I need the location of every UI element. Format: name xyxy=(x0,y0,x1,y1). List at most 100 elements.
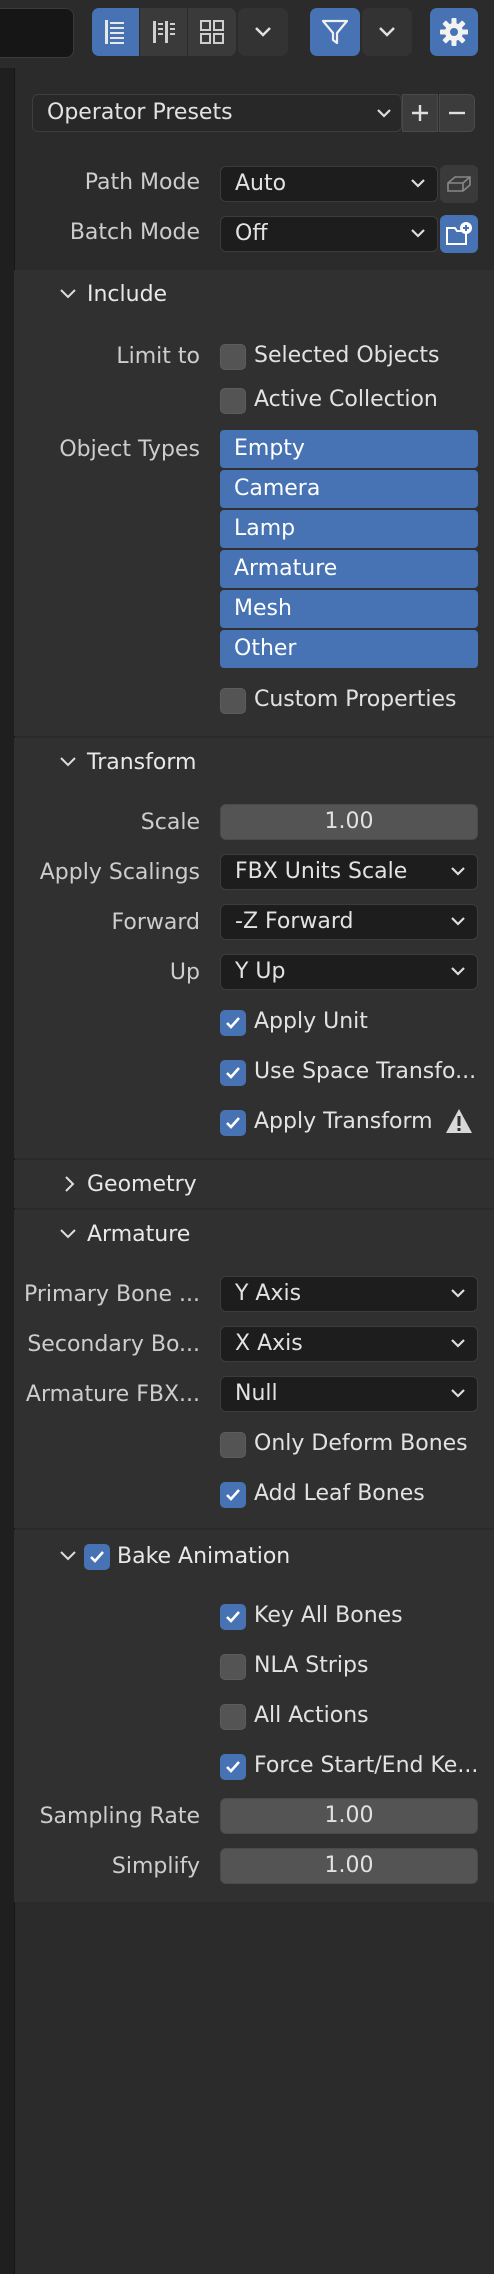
scale-label: Scale xyxy=(140,810,200,835)
nla-strips-checkbox[interactable] xyxy=(220,1654,246,1680)
transform-header[interactable]: Transform xyxy=(87,750,196,775)
up-dropdown[interactable]: Y Up xyxy=(220,954,478,990)
apply-scalings-value: FBX Units Scale xyxy=(235,859,408,884)
object-type-camera[interactable]: Camera xyxy=(220,470,478,508)
forward-value: -Z Forward xyxy=(235,909,354,934)
armature-header[interactable]: Armature xyxy=(87,1222,190,1247)
filter-toggle[interactable] xyxy=(310,8,360,56)
filter-icon xyxy=(321,19,349,45)
transform-panel xyxy=(14,738,494,1158)
apply-unit-label: Apply Unit xyxy=(254,1009,368,1034)
path-mode-label: Path Mode xyxy=(84,170,200,195)
chevron-down-icon xyxy=(451,1289,465,1298)
up-label: Up xyxy=(169,960,200,985)
primary-bone-axis-dropdown[interactable]: Y Axis xyxy=(220,1276,478,1312)
thumbnail-view-button[interactable] xyxy=(188,8,236,56)
path-mode-dropdown[interactable]: Auto xyxy=(220,166,438,202)
simplify-field[interactable]: 1.00 xyxy=(220,1848,478,1884)
settings-toggle-button[interactable] xyxy=(430,8,478,56)
grid-icon xyxy=(200,20,224,44)
chevron-down-icon xyxy=(411,229,425,238)
chevron-down-icon[interactable] xyxy=(58,1226,78,1242)
add-leaf-bones-label: Add Leaf Bones xyxy=(254,1481,425,1506)
left-editor-edge xyxy=(0,0,15,2274)
checkmark-icon xyxy=(226,1611,240,1623)
geometry-header[interactable]: Geometry xyxy=(87,1172,197,1197)
chevron-down-icon[interactable] xyxy=(58,1548,78,1564)
scale-field[interactable]: 1.00 xyxy=(220,804,478,840)
embed-textures-toggle[interactable] xyxy=(440,165,478,203)
file-browser-toolbar xyxy=(0,0,494,68)
chevron-down-icon xyxy=(377,109,391,118)
custom-properties-checkbox[interactable] xyxy=(220,688,246,714)
filter-settings-dropdown[interactable] xyxy=(362,8,412,56)
path-mode-value: Auto xyxy=(235,171,287,196)
batch-own-dir-toggle[interactable] xyxy=(440,215,478,253)
minus-icon xyxy=(449,111,465,115)
sampling-rate-label: Sampling Rate xyxy=(39,1804,200,1829)
apply-transform-label: Apply Transform xyxy=(254,1109,433,1134)
checkmark-icon xyxy=(226,1489,240,1501)
object-type-mesh[interactable]: Mesh xyxy=(220,590,478,628)
display-settings-dropdown[interactable] xyxy=(238,8,288,56)
vertical-list-view-button[interactable] xyxy=(92,8,140,56)
chevron-down-icon[interactable] xyxy=(58,754,78,770)
geometry-panel xyxy=(14,1160,494,1208)
bake-animation-checkbox[interactable] xyxy=(84,1544,110,1570)
list-icon xyxy=(104,20,124,44)
gear-icon xyxy=(440,18,468,46)
batch-mode-dropdown[interactable]: Off xyxy=(220,216,438,252)
chevron-down-icon xyxy=(451,917,465,926)
secondary-bone-axis-dropdown[interactable]: X Axis xyxy=(220,1326,478,1362)
chevron-down-icon xyxy=(411,179,425,188)
only-deform-bones-label: Only Deform Bones xyxy=(254,1431,468,1456)
object-type-empty[interactable]: Empty xyxy=(220,430,478,468)
armature-fbx-node-type-label: Armature FBX... xyxy=(25,1382,200,1407)
sampling-rate-field[interactable]: 1.00 xyxy=(220,1798,478,1834)
remove-preset-button[interactable] xyxy=(439,94,475,132)
new-folder-icon xyxy=(446,222,472,245)
batch-mode-label: Batch Mode xyxy=(69,220,200,245)
apply-scalings-dropdown[interactable]: FBX Units Scale xyxy=(220,854,478,890)
all-actions-label: All Actions xyxy=(254,1703,369,1728)
apply-transform-checkbox[interactable] xyxy=(220,1110,246,1136)
force-start-end-keying-checkbox[interactable] xyxy=(220,1754,246,1780)
bake-animation-header[interactable]: Bake Animation xyxy=(117,1544,290,1569)
active-collection-checkbox[interactable] xyxy=(220,388,246,414)
only-deform-bones-checkbox[interactable] xyxy=(220,1432,246,1458)
checkmark-icon xyxy=(226,1761,240,1773)
all-actions-checkbox[interactable] xyxy=(220,1704,246,1730)
add-leaf-bones-checkbox[interactable] xyxy=(220,1482,246,1508)
armature-fbx-node-type-dropdown[interactable]: Null xyxy=(220,1376,478,1412)
add-preset-button[interactable] xyxy=(402,94,438,132)
selected-objects-checkbox[interactable] xyxy=(220,344,246,370)
checkmark-icon xyxy=(90,1551,104,1563)
key-all-bones-label: Key All Bones xyxy=(254,1603,403,1628)
object-type-lamp[interactable]: Lamp xyxy=(220,510,478,548)
key-all-bones-checkbox[interactable] xyxy=(220,1604,246,1630)
use-space-transform-checkbox[interactable] xyxy=(220,1060,246,1086)
chevron-down-icon xyxy=(451,967,465,976)
plus-icon xyxy=(412,105,428,121)
chevron-right-icon[interactable] xyxy=(62,1174,78,1194)
include-header[interactable]: Include xyxy=(87,282,167,307)
forward-label: Forward xyxy=(111,910,200,935)
path-field[interactable] xyxy=(0,8,74,58)
active-collection-label: Active Collection xyxy=(254,387,438,412)
display-mode-group xyxy=(92,8,236,56)
chevron-down-icon[interactable] xyxy=(58,286,78,302)
secondary-bone-axis-value: X Axis xyxy=(235,1331,303,1356)
limit-to-label: Limit to xyxy=(116,344,200,369)
checkmark-icon xyxy=(226,1017,240,1029)
apply-unit-checkbox[interactable] xyxy=(220,1010,246,1036)
operator-presets-dropdown[interactable]: Operator Presets xyxy=(32,94,402,132)
armature-fbx-node-type-value: Null xyxy=(235,1381,278,1406)
forward-dropdown[interactable]: -Z Forward xyxy=(220,904,478,940)
selected-objects-label: Selected Objects xyxy=(254,343,440,368)
horizontal-list-view-button[interactable] xyxy=(140,8,188,56)
secondary-bone-axis-label: Secondary Bo... xyxy=(27,1332,200,1357)
chevron-down-icon xyxy=(451,1389,465,1398)
object-type-other[interactable]: Other xyxy=(220,630,478,668)
object-type-armature[interactable]: Armature xyxy=(220,550,478,588)
checkmark-icon xyxy=(226,1117,240,1129)
